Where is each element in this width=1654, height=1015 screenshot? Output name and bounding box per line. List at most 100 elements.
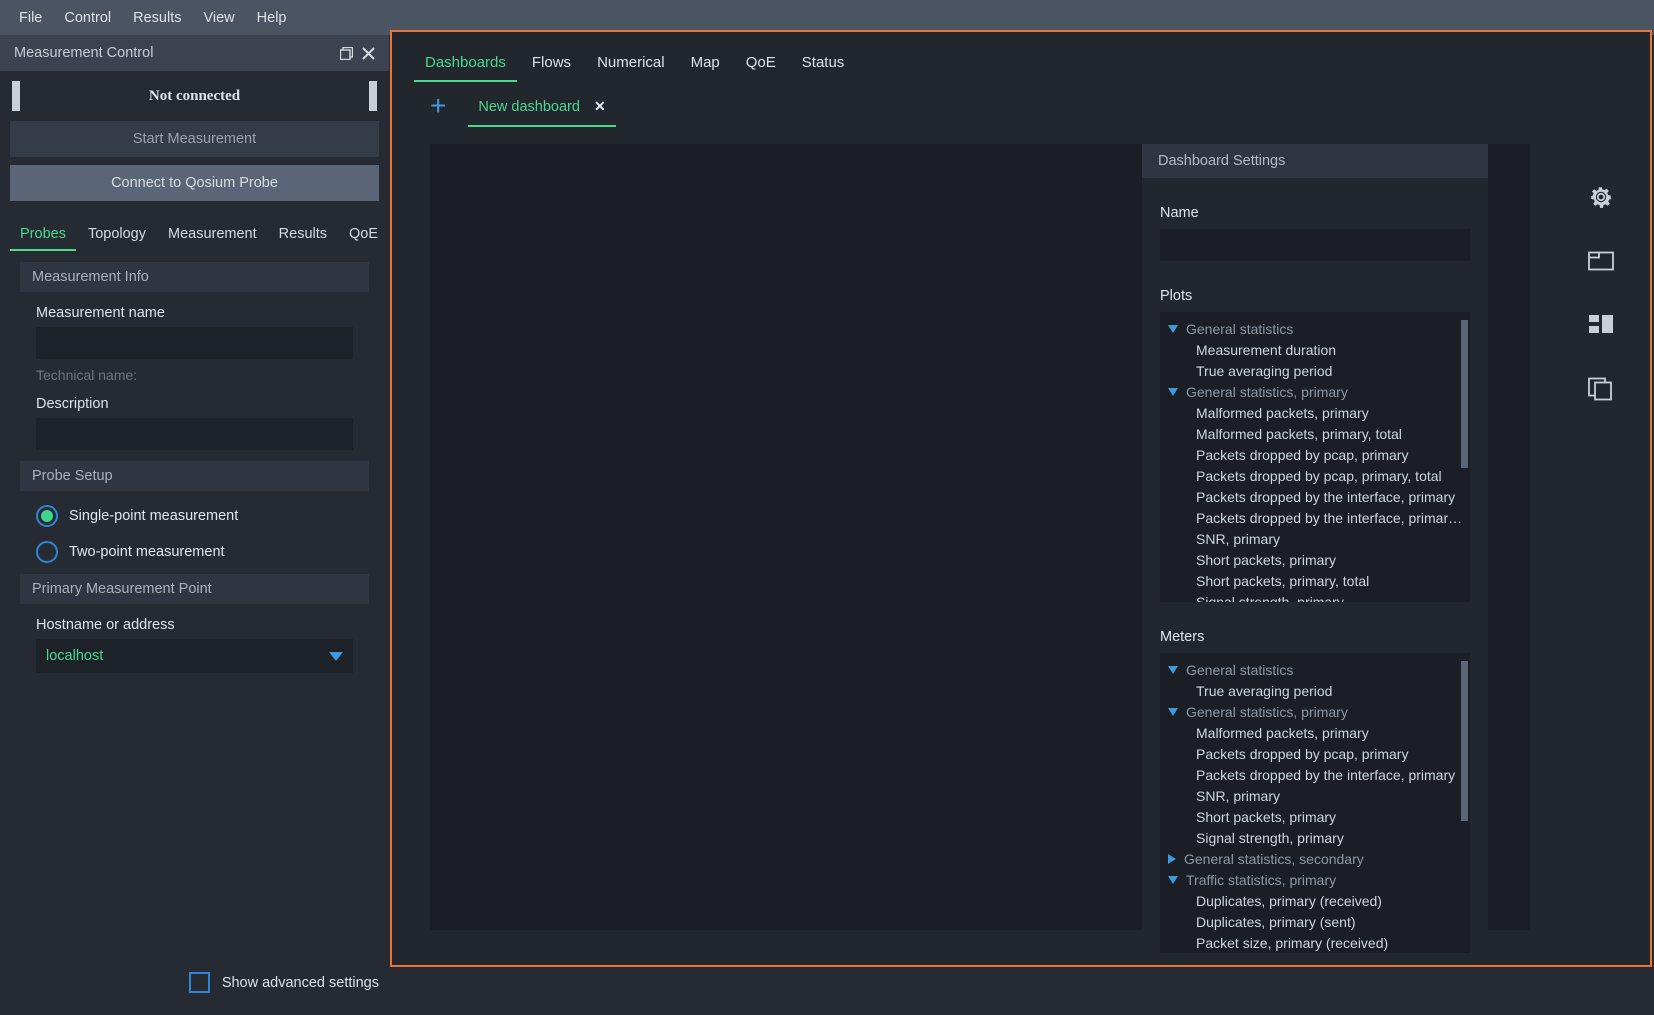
- plots-scrollbar-thumb[interactable]: [1461, 320, 1468, 468]
- meters-tree[interactable]: General statistics True averaging period G…: [1160, 653, 1470, 953]
- meters-leaf-row[interactable]: Packets dropped by the interface, primar…: [1160, 764, 1470, 785]
- dashboard-settings-header: Dashboard Settings: [1142, 144, 1488, 178]
- chevron-down-icon[interactable]: [1168, 707, 1178, 716]
- panel-window-icon[interactable]: [1586, 246, 1616, 276]
- tab-status[interactable]: Status: [791, 48, 856, 82]
- radio-two-point-measurement[interactable]: Two-point measurement: [36, 541, 389, 563]
- plots-leaf-row[interactable]: Packets dropped by pcap, primary: [1160, 444, 1470, 465]
- chevron-down-icon[interactable]: [1168, 324, 1178, 333]
- plots-leaf-row[interactable]: SNR, primary: [1160, 528, 1470, 549]
- plots-leaf-row[interactable]: Measurement duration: [1160, 339, 1470, 360]
- measurement-name-input[interactable]: [36, 327, 353, 359]
- meters-scrollbar-thumb[interactable]: [1461, 661, 1468, 821]
- add-dashboard-button[interactable]: +: [420, 92, 464, 124]
- plots-leaf-row[interactable]: Signal strength, primary: [1160, 591, 1470, 603]
- meters-group-row[interactable]: General statistics, secondary: [1160, 848, 1470, 869]
- radio-label-two-point: Two-point measurement: [69, 544, 225, 560]
- tab-results[interactable]: Results: [269, 222, 337, 251]
- hostname-combobox[interactable]: localhost: [36, 639, 353, 673]
- menu-item-results[interactable]: Results: [122, 6, 192, 30]
- menu-item-file[interactable]: File: [8, 6, 53, 30]
- meters-label: Meters: [1160, 629, 1205, 645]
- left-panel-tabs: Probes Topology Measurement Results QoE: [0, 209, 389, 251]
- chevron-down-icon[interactable]: [1168, 665, 1178, 674]
- chevron-down-icon[interactable]: [1168, 875, 1178, 884]
- plots-leaf-row[interactable]: True averaging period: [1160, 360, 1470, 381]
- chevron-down-icon[interactable]: [1168, 387, 1178, 396]
- close-dashboard-icon[interactable]: ✕: [594, 98, 606, 115]
- dashboard-tab-new-dashboard[interactable]: New dashboard ✕: [468, 89, 616, 127]
- tab-measurement[interactable]: Measurement: [158, 222, 267, 251]
- meters-leaf-row[interactable]: Signal strength, primary: [1160, 827, 1470, 848]
- meters-item-label: SNR, primary: [1196, 787, 1281, 804]
- show-advanced-settings-row[interactable]: Show advanced settings: [0, 972, 389, 993]
- meters-item-label: Malformed packets, primary: [1196, 724, 1369, 741]
- connection-status-text: Not connected: [148, 87, 241, 104]
- start-measurement-button[interactable]: Start Measurement: [10, 121, 379, 157]
- primary-measurement-point-header: Primary Measurement Point: [20, 574, 369, 604]
- meters-leaf-row[interactable]: True averaging period: [1160, 680, 1470, 701]
- meters-item-label: General statistics, secondary: [1184, 850, 1364, 867]
- menu-item-help[interactable]: Help: [246, 6, 298, 30]
- radio-single-point-measurement[interactable]: Single-point measurement: [36, 505, 389, 527]
- chevron-down-icon: [329, 651, 343, 661]
- tab-numerical[interactable]: Numerical: [586, 48, 676, 82]
- plots-leaf-row[interactable]: Packets dropped by pcap, primary, total: [1160, 465, 1470, 486]
- tab-map[interactable]: Map: [680, 48, 731, 82]
- measurement-info-header: Measurement Info: [20, 262, 369, 292]
- gear-icon[interactable]: [1586, 182, 1616, 212]
- tab-dashboards[interactable]: Dashboards: [414, 48, 517, 82]
- probe-setup-header: Probe Setup: [20, 461, 369, 491]
- tab-flows[interactable]: Flows: [521, 48, 582, 82]
- plots-group-row[interactable]: General statistics, primary: [1160, 381, 1470, 402]
- plots-item-label: Malformed packets, primary: [1196, 404, 1369, 421]
- plots-leaf-row[interactable]: Short packets, primary, total: [1160, 570, 1470, 591]
- hostname-value: localhost: [46, 648, 104, 664]
- plots-item-label: Malformed packets, primary, total: [1196, 425, 1402, 442]
- meters-leaf-row[interactable]: Short packets, primary: [1160, 806, 1470, 827]
- description-input[interactable]: [36, 418, 353, 450]
- plots-leaf-row[interactable]: Malformed packets, primary, total: [1160, 423, 1470, 444]
- meters-item-label: Traffic statistics, primary: [1186, 871, 1337, 888]
- plots-item-label: True averaging period: [1196, 362, 1333, 379]
- connect-to-qosium-probe-button[interactable]: Connect to Qosium Probe: [10, 165, 379, 201]
- tab-topology[interactable]: Topology: [78, 222, 156, 251]
- checkbox-show-advanced-settings[interactable]: [188, 972, 210, 993]
- meters-item-label: Signal strength, primary: [1196, 829, 1344, 846]
- dashboard-layout-icon[interactable]: [1586, 310, 1616, 340]
- close-icon[interactable]: [357, 42, 379, 64]
- meters-group-row[interactable]: Traffic statistics, primary: [1160, 869, 1470, 890]
- radio-icon-selected: [36, 505, 58, 527]
- plots-item-label: SNR, primary: [1196, 530, 1281, 547]
- meters-leaf-row[interactable]: Duplicates, primary (sent): [1160, 911, 1470, 932]
- chevron-right-icon[interactable]: [1168, 853, 1176, 864]
- plots-leaf-row[interactable]: Packets dropped by the interface, primar…: [1160, 486, 1470, 507]
- dashboard-settings-panel: Dashboard Settings Name Plots General st…: [1142, 144, 1488, 953]
- dashboard-name-input[interactable]: [1160, 229, 1470, 261]
- meters-group-row[interactable]: General statistics, primary: [1160, 701, 1470, 722]
- float-panel-icon[interactable]: [335, 42, 357, 64]
- plots-leaf-row[interactable]: Packets dropped by the interface, primar…: [1160, 507, 1470, 528]
- plots-leaf-row[interactable]: Short packets, primary: [1160, 549, 1470, 570]
- dashboard-name-label: Name: [1160, 205, 1199, 221]
- menu-item-view[interactable]: View: [192, 6, 245, 30]
- meters-item-label: Packet size, primary (received): [1196, 934, 1389, 951]
- meters-leaf-row[interactable]: SNR, primary: [1160, 785, 1470, 806]
- meters-item-label: Duplicates, primary (sent): [1196, 913, 1356, 930]
- meters-leaf-row[interactable]: Malformed packets, primary: [1160, 722, 1470, 743]
- meters-leaf-row[interactable]: Duplicates, primary (received): [1160, 890, 1470, 911]
- meters-leaf-row[interactable]: Packet size, primary (received): [1160, 932, 1470, 953]
- meters-group-row[interactable]: General statistics: [1160, 659, 1470, 680]
- meters-leaf-row[interactable]: Packets dropped by pcap, primary: [1160, 743, 1470, 764]
- hostname-label: Hostname or address: [36, 617, 175, 633]
- menu-item-control[interactable]: Control: [53, 6, 122, 30]
- plots-leaf-row[interactable]: Malformed packets, primary: [1160, 402, 1470, 423]
- plots-tree[interactable]: General statistics Measurement duration Tr…: [1160, 312, 1470, 602]
- duplicate-window-icon[interactable]: [1586, 374, 1616, 404]
- tab-probes[interactable]: Probes: [10, 222, 76, 251]
- plots-group-row[interactable]: General statistics: [1160, 318, 1470, 339]
- tab-qoe[interactable]: QoE: [339, 222, 388, 251]
- tab-qoe[interactable]: QoE: [735, 48, 787, 82]
- main-content-area: Dashboards Flows Numerical Map QoE Statu…: [390, 30, 1652, 967]
- right-icon-rail: [1552, 32, 1650, 965]
